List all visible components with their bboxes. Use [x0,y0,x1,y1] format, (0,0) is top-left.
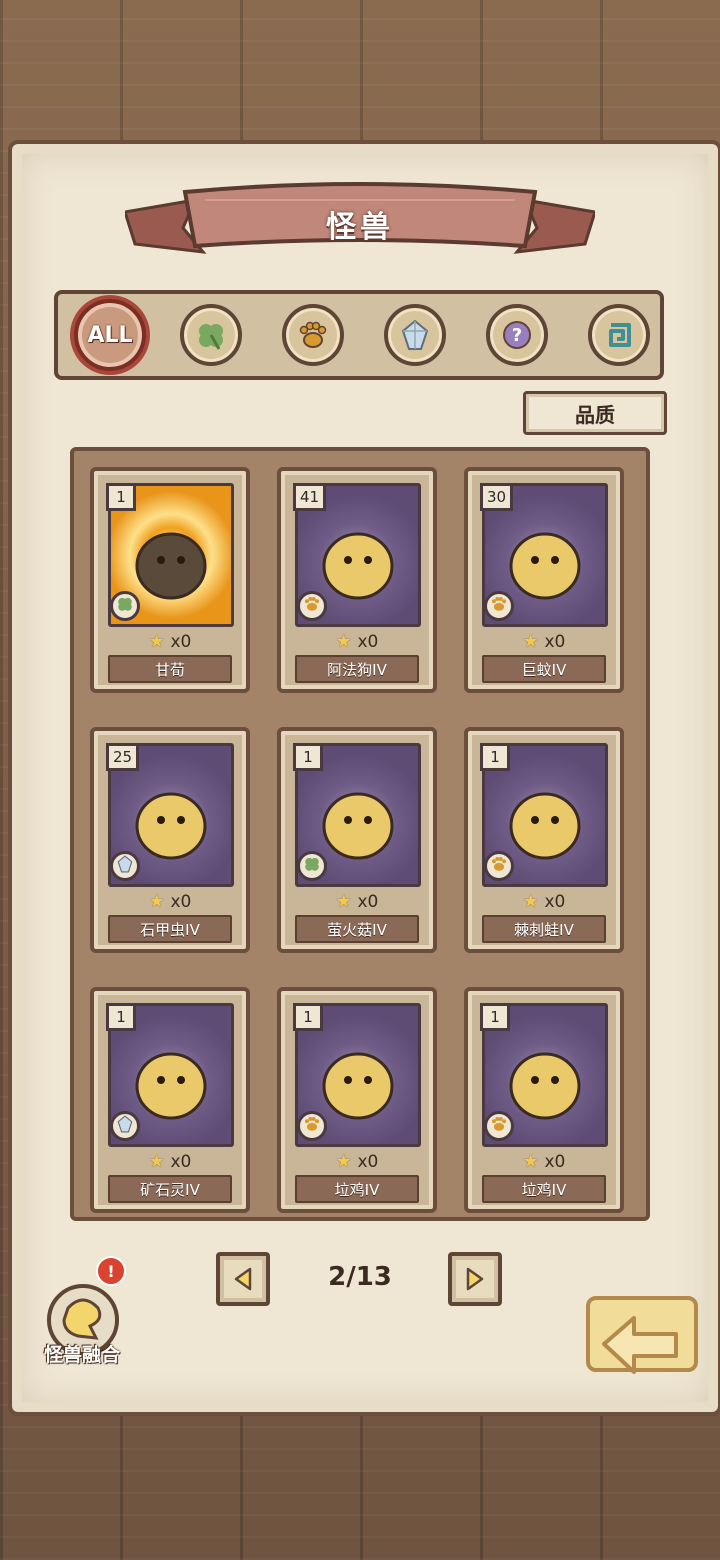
level-badge: 25 [106,743,140,771]
level-badge: 1 [106,483,136,511]
star-count-value: x0 [170,1152,192,1172]
svg-text:?: ? [512,325,522,346]
crystal-icon [116,1115,134,1137]
crystal-icon [401,319,429,350]
star-count-value: x0 [357,632,379,652]
quality-sort-button[interactable]: 品质 [523,391,667,435]
paw-icon [303,595,321,617]
alert-badge: ! [96,1256,126,1286]
monster-card[interactable]: 1 ★ x0 垃鸡IV [277,987,437,1213]
monster-card[interactable]: 1 ★ x0 甘荀 [90,467,250,693]
star-count: ★ x0 [468,1151,620,1172]
level-badge: 30 [480,483,514,511]
star-count: ★ x0 [468,631,620,652]
clover-icon [303,855,321,877]
star-count: ★ x0 [281,631,433,652]
filter-unknown-button[interactable]: ? [486,304,548,366]
monster-name: 阿法狗IV [295,655,419,683]
type-badge [297,1111,327,1141]
monster-card[interactable]: 25 ★ x0 石甲虫IV [90,727,250,953]
monster-name: 棘刺蛙IV [482,915,606,943]
star-count: ★ x0 [281,891,433,912]
filter-special-button[interactable] [588,304,650,366]
type-badge [297,591,327,621]
monster-card[interactable]: 1 ★ x0 垃鸡IV [464,987,624,1213]
monster-card[interactable]: 41 ★ x0 阿法狗IV [277,467,437,693]
star-count-value: x0 [170,892,192,912]
type-badge [110,1111,140,1141]
star-count-value: x0 [544,892,566,912]
prev-page-button[interactable] [216,1252,270,1306]
monster-card[interactable]: 30 ★ x0 巨蚊IV [464,467,624,693]
star-icon: ★ [335,891,358,912]
star-icon: ★ [522,1151,545,1172]
star-count: ★ x0 [468,891,620,912]
type-badge [484,1111,514,1141]
star-icon: ★ [148,891,171,912]
star-icon: ★ [148,1151,171,1172]
star-count-value: x0 [544,632,566,652]
page-title: 怪兽 [326,210,394,245]
monster-card[interactable]: 1 ★ x0 萤火菇IV [277,727,437,953]
star-count-value: x0 [170,632,192,652]
paw-icon [299,321,327,348]
paw-icon [490,1115,508,1137]
title-banner: 怪兽 [123,180,597,270]
star-icon: ★ [148,631,171,652]
monster-card[interactable]: 1 ★ x0 棘刺蛙IV [464,727,624,953]
clover-icon [116,595,134,617]
monster-card[interactable]: 1 ★ x0 矿石灵IV [90,987,250,1213]
star-count-value: x0 [544,1152,566,1172]
category-filter-bar: ALL ? [54,290,664,380]
filter-mineral-button[interactable] [384,304,446,366]
spiral-icon [609,323,631,347]
filter-plant-button[interactable] [180,304,242,366]
star-count: ★ x0 [94,1151,246,1172]
back-arrow-icon [586,1296,698,1374]
star-count: ★ x0 [94,891,246,912]
page-indicator: 2/13 [328,1262,392,1292]
monster-name: 矿石灵IV [108,1175,232,1203]
back-button[interactable] [584,1294,700,1392]
star-count: ★ x0 [94,631,246,652]
level-badge: 1 [480,1003,510,1031]
level-badge: 1 [293,1003,323,1031]
level-badge: 1 [106,1003,136,1031]
type-badge [484,851,514,881]
monster-name: 甘荀 [108,655,232,683]
star-count: ★ x0 [281,1151,433,1172]
next-page-button[interactable] [448,1252,502,1306]
monster-name: 垃鸡IV [482,1175,606,1203]
star-icon: ★ [522,631,545,652]
paw-icon [490,855,508,877]
filter-all-label: ALL [87,322,133,348]
filter-all-button[interactable]: ALL [74,299,146,371]
clover-icon [199,324,223,350]
paw-icon [303,1115,321,1137]
star-icon: ★ [335,1151,358,1172]
filter-beast-button[interactable] [282,304,344,366]
star-icon: ★ [522,891,545,912]
star-count-value: x0 [357,892,379,912]
type-badge [110,851,140,881]
type-badge [297,851,327,881]
monster-name: 萤火菇IV [295,915,419,943]
level-badge: 41 [293,483,327,511]
type-badge [110,591,140,621]
level-badge: 1 [480,743,510,771]
crystal-icon [116,855,134,877]
type-badge [484,591,514,621]
arrow-left-icon [234,1267,252,1291]
star-count-value: x0 [357,1152,379,1172]
level-badge: 1 [293,743,323,771]
question-icon: ? [503,321,531,349]
monster-name: 石甲虫IV [108,915,232,943]
monster-name: 巨蚊IV [482,655,606,683]
paw-icon [490,595,508,617]
star-icon: ★ [335,631,358,652]
monster-name: 垃鸡IV [295,1175,419,1203]
fusion-label: 怪兽融合 [43,1344,120,1366]
arrow-right-icon [466,1267,484,1291]
